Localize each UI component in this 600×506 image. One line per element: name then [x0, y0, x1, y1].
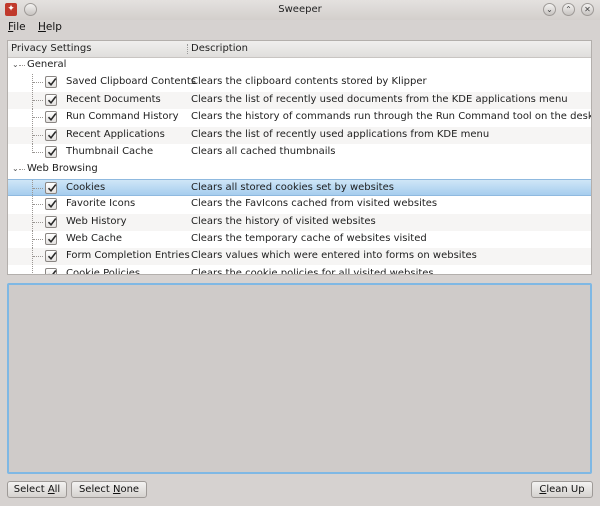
privacy-setting-description: Clears all stored cookies set by website… [191, 181, 394, 193]
tree-connector [33, 273, 43, 274]
checkbox[interactable] [45, 198, 57, 211]
privacy-setting-description: Clears all cached thumbnails [191, 146, 336, 157]
tree-item-row[interactable]: Run Command History Clears the history of… [8, 109, 592, 127]
select-all-button[interactable]: Select All [7, 481, 67, 498]
privacy-setting-label: Saved Clipboard Contents [66, 76, 196, 88]
output-area[interactable] [7, 283, 592, 474]
privacy-setting-description: Clears the clipboard contents stored by … [191, 76, 427, 88]
checkbox[interactable] [45, 250, 57, 263]
maximize-button[interactable]: ⌃ [562, 3, 575, 16]
privacy-setting-label: Cookie Policies [66, 267, 141, 275]
expander-icon[interactable]: ⌄ [12, 60, 19, 69]
tree-connector [33, 256, 43, 258]
tree-connector [33, 82, 43, 84]
privacy-setting-description: Clears the list of recently used documen… [191, 93, 568, 105]
privacy-setting-description: Clears the history of visited websites [191, 215, 376, 227]
privacy-setting-description: Clears the list of recently used applica… [191, 128, 490, 140]
checkbox[interactable] [45, 267, 57, 274]
tree-item-row[interactable]: Recent Applications Clears the list of re… [8, 126, 591, 144]
column-header-privacy-settings[interactable]: Privacy Settings [11, 43, 91, 54]
clean-up-button[interactable]: Clean Up [531, 481, 593, 498]
privacy-setting-label: Run Command History [66, 111, 179, 123]
checkbox[interactable] [45, 146, 57, 158]
privacy-setting-description: Clears the cookie policies for all visit… [191, 267, 434, 275]
tree-connector [33, 117, 43, 119]
tree-item-row[interactable]: Thumbnail Cache Clears all cached thumbna… [8, 144, 591, 161]
column-separator[interactable] [187, 44, 188, 54]
menu-help[interactable]: Help [38, 21, 62, 33]
window-title: Sweeper [278, 4, 322, 15]
tree-connector [19, 65, 25, 66]
tree-connector [33, 134, 43, 136]
tree-item-row[interactable]: Saved Clipboard Contents Clears the clipb… [8, 74, 591, 92]
tree-group-label: Web Browsing [27, 163, 98, 175]
privacy-setting-description: Clears the temporary cache of websites v… [191, 233, 427, 244]
close-button[interactable]: ✕ [581, 3, 594, 16]
tree-item-row[interactable]: Recent Documents Clears the list of recen… [8, 91, 591, 109]
menu-bar: File Help [0, 20, 600, 36]
checkbox[interactable] [45, 128, 57, 141]
privacy-setting-description: Clears the FavIcons cached from visited … [191, 198, 438, 210]
tree-item-row[interactable]: Form Completion Entries Clears values whi… [8, 248, 591, 266]
checkbox[interactable] [45, 181, 57, 194]
title-bar[interactable]: ✦ Sweeper ⌄ ⌃ ✕ [0, 0, 600, 20]
privacy-setting-label: Cookies [66, 181, 106, 193]
privacy-setting-label: Recent Documents [66, 93, 161, 105]
checkbox[interactable] [45, 111, 57, 124]
checkbox[interactable] [45, 233, 57, 245]
tree-item-row[interactable]: Web Cache Clears the temporary cache of w… [8, 231, 591, 248]
expander-icon[interactable]: ⌄ [12, 164, 19, 173]
tree-header: Privacy Settings Description [8, 41, 591, 58]
checkbox[interactable] [45, 76, 57, 89]
tree-group-label: General [27, 59, 67, 70]
tree-group[interactable]: ⌄ General [8, 57, 591, 74]
tree-connector [33, 204, 43, 206]
tree-item-row[interactable]: Cookie Policies Clears the cookie policie… [8, 265, 591, 275]
tree-connector [33, 221, 43, 223]
select-none-button[interactable]: Select None [71, 481, 147, 498]
minimize-button[interactable]: ⌄ [543, 3, 556, 16]
tree-connector [33, 99, 43, 101]
tree-connector [19, 169, 25, 171]
tree-connector [33, 239, 43, 240]
tree-item-row[interactable]: Favorite Icons Clears the FavIcons cached… [8, 196, 591, 214]
privacy-setting-label: Recent Applications [66, 128, 165, 140]
privacy-setting-description: Clears the history of commands run throu… [191, 111, 592, 123]
privacy-setting-label: Web History [66, 215, 127, 227]
checkbox[interactable] [45, 215, 57, 228]
tree-connector [33, 187, 43, 189]
menu-file[interactable]: File [8, 21, 26, 33]
tree-connector [33, 152, 43, 153]
privacy-setting-label: Form Completion Entries [66, 250, 190, 262]
privacy-settings-tree[interactable]: Privacy Settings Description ⌄ General Sav… [7, 40, 592, 275]
tree-item-row[interactable]: Web History Clears the history of visited… [8, 213, 591, 231]
privacy-setting-label: Thumbnail Cache [66, 146, 154, 157]
privacy-setting-label: Web Cache [66, 233, 123, 244]
checkbox[interactable] [45, 93, 57, 106]
privacy-setting-description: Clears values which were entered into fo… [191, 250, 477, 262]
tree-item-row[interactable]: Cookies Clears all stored cookies set by … [8, 178, 591, 197]
column-header-description[interactable]: Description [191, 43, 248, 54]
tree-group[interactable]: ⌄ Web Browsing [8, 161, 591, 178]
privacy-setting-label: Favorite Icons [66, 198, 136, 210]
